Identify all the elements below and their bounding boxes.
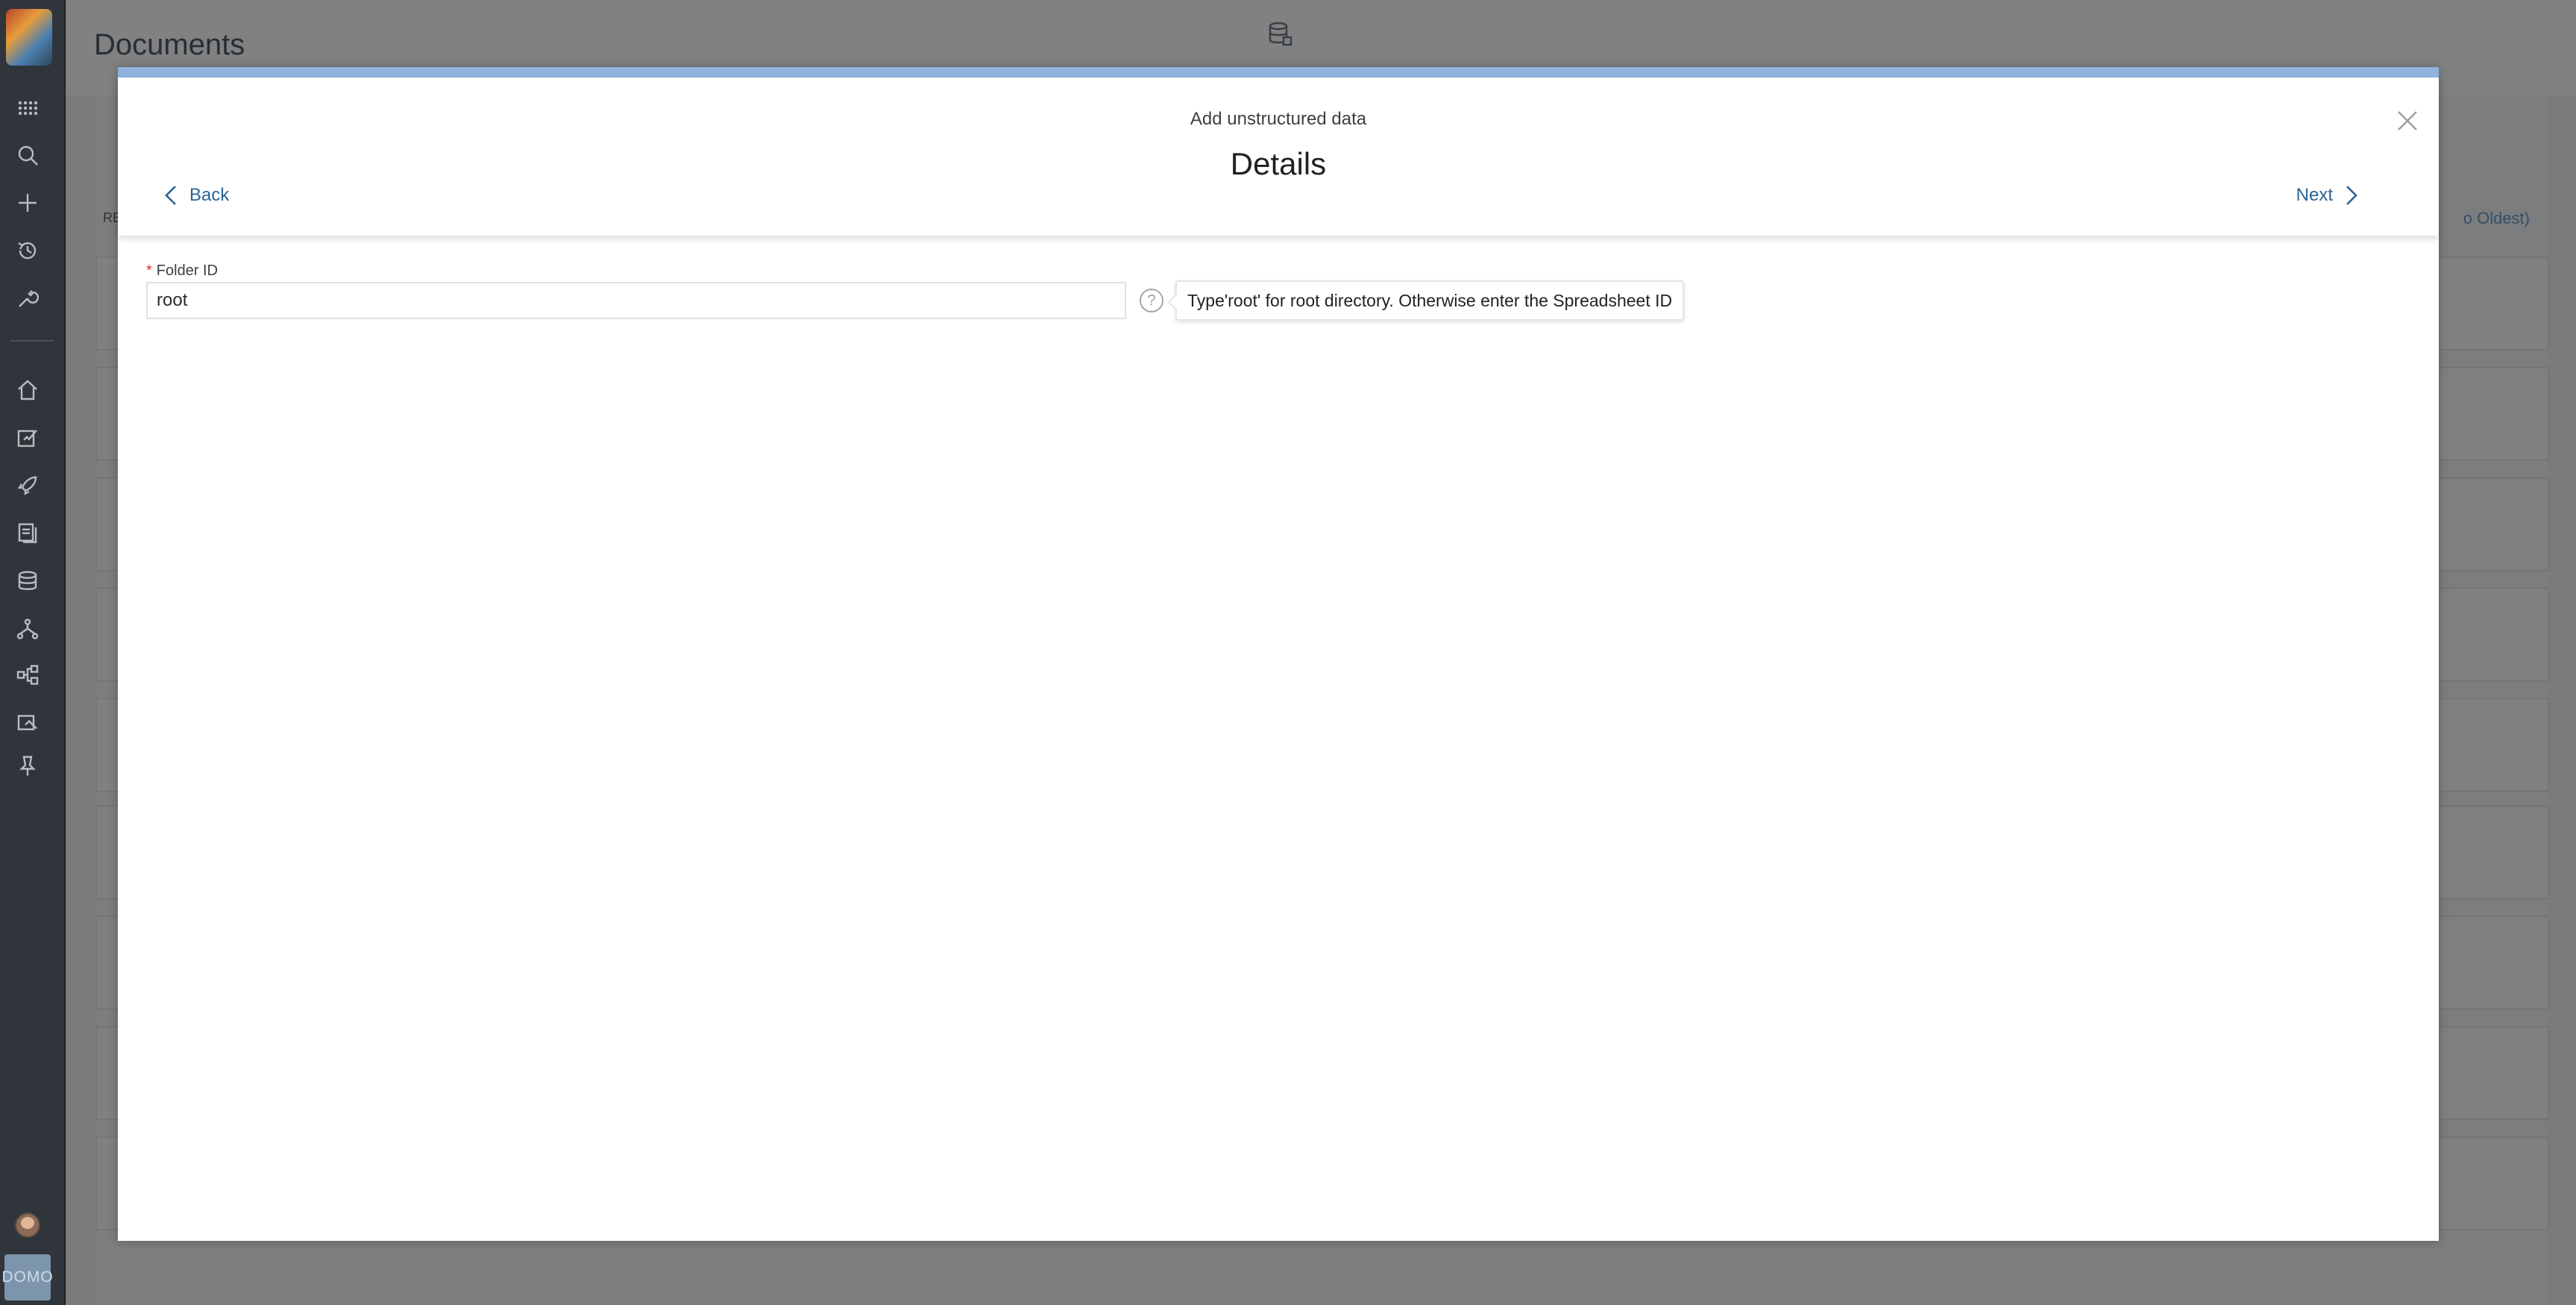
next-button-label: Next [2296,185,2333,205]
user-avatar[interactable] [15,1213,40,1238]
home-icon[interactable] [16,379,39,401]
help-tooltip: Type'root' for root directory. Otherwise… [1175,280,1685,321]
modal-subtitle: Add unstructured data [1190,109,1367,129]
alerts-icon[interactable] [16,711,39,734]
required-marker: * [146,262,152,279]
pages-icon[interactable] [16,522,39,544]
sort-dropdown[interactable]: o Oldest) [2463,209,2530,228]
history-icon[interactable] [16,239,39,262]
next-button[interactable]: Next [2296,180,2360,210]
close-icon[interactable] [2396,109,2419,133]
folder-id-label: * Folder ID [146,262,218,280]
apps-grid-icon[interactable] [16,97,39,119]
folder-id-input[interactable] [146,282,1126,319]
feed-icon[interactable] [16,427,39,449]
dataflow-icon[interactable] [16,617,39,640]
folder-id-label-text: Folder ID [156,262,219,279]
nav-divider [10,340,54,342]
wrench-icon[interactable] [16,287,39,309]
back-button-label: Back [189,185,230,205]
pin-icon[interactable] [16,755,39,777]
search-icon[interactable] [16,144,39,166]
chevron-right-icon [2346,186,2357,205]
help-icon[interactable]: ? [1140,289,1163,312]
chevron-left-icon [165,186,176,205]
add-unstructured-data-modal: Add unstructured data Details Back Next … [118,67,2439,1241]
database-icon[interactable] [16,570,39,592]
modal-header: Add unstructured data Details Back Next [118,78,2439,236]
rocket-icon[interactable] [16,474,39,497]
left-nav-sidebar: DOMO [0,0,66,1305]
page-title: Documents [94,28,245,61]
plus-icon[interactable] [16,192,39,214]
modal-accent-bar [118,67,2439,78]
modal-title: Details [1230,146,1327,181]
back-button[interactable]: Back [163,180,229,210]
database-icon [1265,19,1295,49]
org-chart-icon[interactable] [16,664,39,686]
app-root: DOMO Documents RE o Oldest) Add unstruct… [0,0,2576,1305]
domo-brand-badge[interactable]: DOMO [1,1254,53,1301]
company-logo[interactable] [6,9,52,66]
